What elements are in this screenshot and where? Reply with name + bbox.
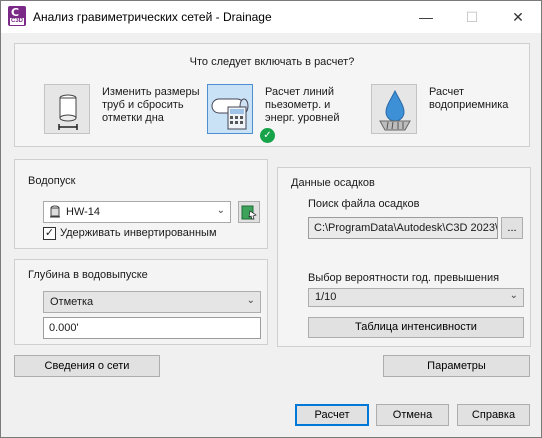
parameters-button[interactable]: Параметры [383,355,530,377]
pick-outfall-button[interactable] [238,201,260,223]
calculate-button[interactable]: Расчет [295,404,369,426]
title-bar: C C3D Анализ гравиметрических сетей - Dr… [1,1,541,33]
close-button[interactable]: ✕ [495,1,541,33]
hgl-egl-label: Расчет линий пьезометр. и энерг. уровней [265,86,340,124]
rainfall-file-path-text: C:\ProgramData\Autodesk\C3D 2023\ [314,222,498,234]
outfall-select[interactable]: HW-14 ⌄ [43,201,231,223]
inlet-calc-option-button[interactable] [371,84,417,134]
selected-check-icon: ✓ [260,128,275,143]
depth-mode-select[interactable]: Отметка ⌄ [43,291,261,313]
inlet-calc-label: Расчет водоприемника [429,86,509,111]
app-icon-subtext: C3D [10,18,25,25]
outfall-title: Водопуск [28,175,76,187]
minimize-button[interactable]: — [403,1,449,33]
window-title: Анализ гравиметрических сетей - Drainage [33,10,272,24]
chevron-down-icon: ⌄ [509,290,518,301]
depth-value-text: 0.000' [49,322,79,334]
rainfall-file-path[interactable]: C:\ProgramData\Autodesk\C3D 2023\ [308,217,498,239]
chevron-down-icon: ⌄ [216,205,225,216]
resize-pipes-option-button[interactable] [44,84,90,134]
help-button[interactable]: Справка [457,404,530,426]
hgl-egl-option-button[interactable] [207,84,253,134]
resize-pipes-label: Изменить размеры труб и сбросить отметки… [102,86,200,124]
pick-in-drawing-icon [241,205,257,220]
browse-file-button[interactable]: ... [501,217,523,239]
outfall-structure-icon [50,205,60,218]
calculation-options-panel: Что следует включать в расчет? Изменить … [14,43,530,147]
probability-select[interactable]: 1/10 ⌄ [308,288,524,307]
chevron-down-icon: ⌄ [246,295,255,306]
network-info-button[interactable]: Сведения о сети [14,355,160,377]
pipe-resize-icon [58,94,78,130]
intensity-table-button[interactable]: Таблица интенсивности [308,317,524,338]
outfall-depth-panel: Глубина в водовыпуске Отметка ⌄ 0.000' [14,259,268,345]
outfall-depth-title: Глубина в водовыпуске [28,269,148,281]
rainfall-panel: Данные осадков Поиск файла осадков C:\Pr… [277,167,531,347]
probability-label: Выбор вероятности год. превышения [308,272,500,284]
hold-invert-checkbox[interactable]: ✓ [43,227,56,240]
rainfall-title: Данные осадков [291,177,375,189]
maximize-button[interactable]: ☐ [449,1,495,33]
rainfall-file-label: Поиск файла осадков [308,198,420,210]
outfall-select-value: HW-14 [66,206,101,218]
civil3d-app-icon: C C3D [8,6,26,26]
dialog-window: C C3D Анализ гравиметрических сетей - Dr… [0,0,542,438]
hgl-calculator-icon [211,98,249,130]
cancel-button[interactable]: Отмена [376,404,449,426]
depth-value-input[interactable]: 0.000' [43,317,261,339]
hold-invert-label: Удерживать инвертированным [60,227,217,239]
outfall-panel: Водопуск HW-14 ⌄ ✓ Удерживать инвертиров… [14,159,268,249]
depth-mode-value: Отметка [50,296,94,308]
inlet-drop-icon [379,89,411,131]
calc-question: Что следует включать в расчет? [189,56,355,68]
probability-value: 1/10 [315,291,337,303]
